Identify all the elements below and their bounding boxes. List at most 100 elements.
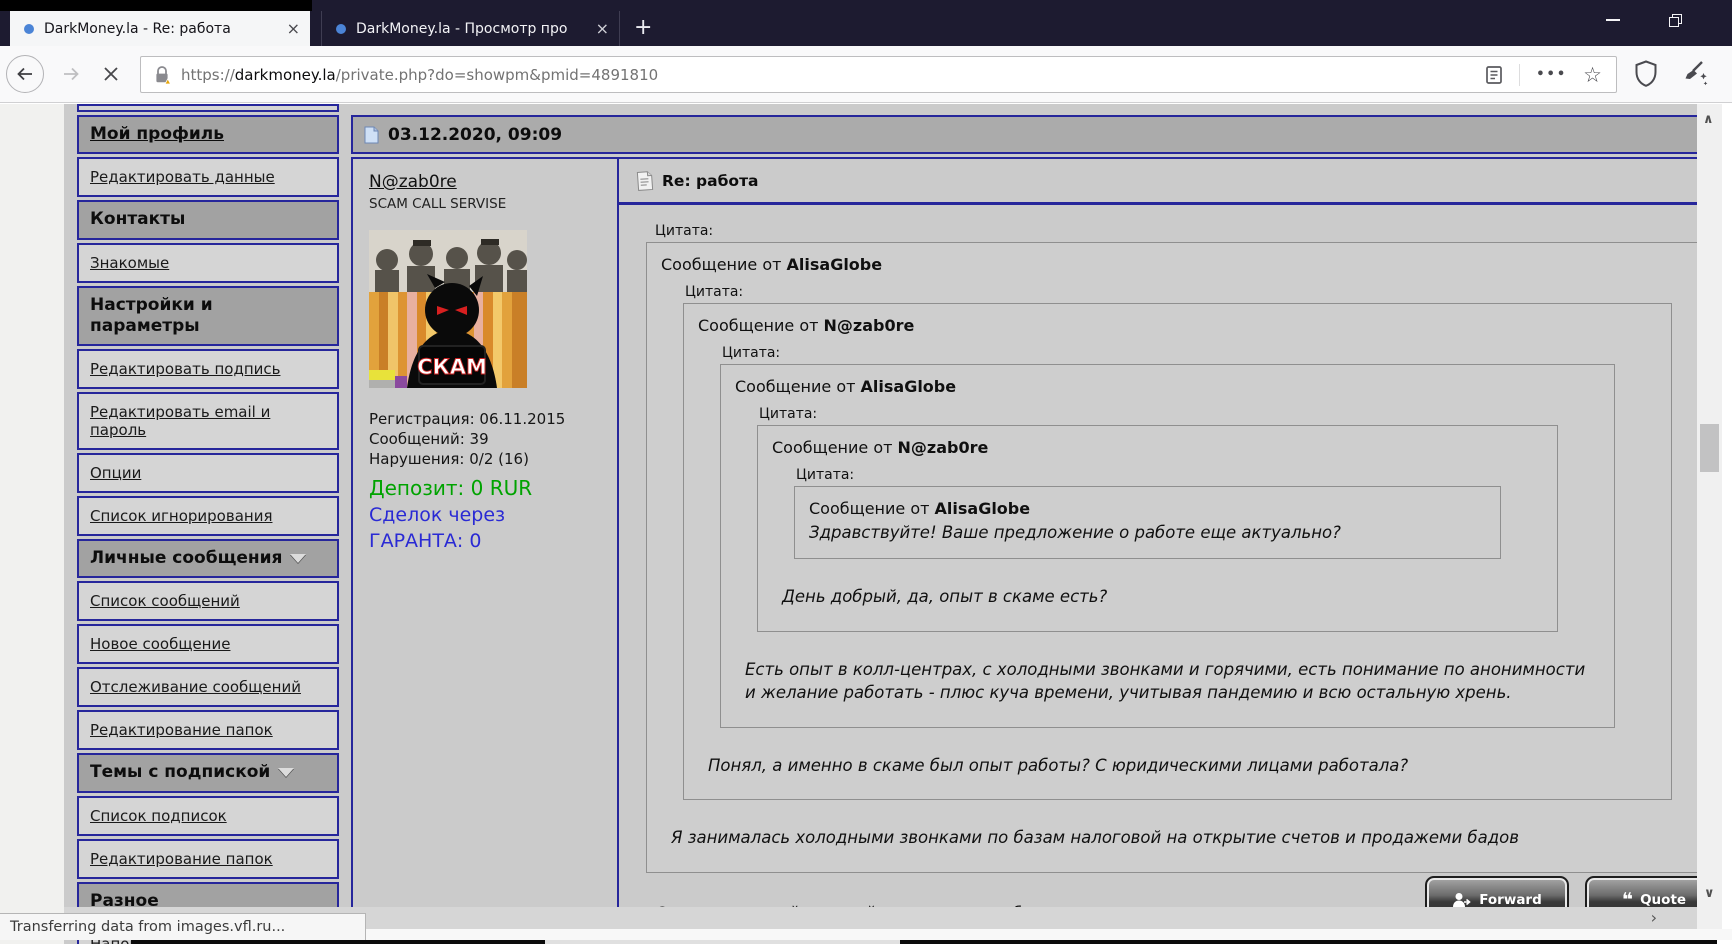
quote-root: Сообщение от AlisaGlobe Цитата: Сообщение … [646,242,1697,873]
tab-title: DarkMoney.la - Просмотр про [356,20,568,37]
user-deposit: Депозит: 0 RUR [369,476,533,501]
tab-close-icon[interactable]: × [287,19,300,38]
sidebar-label: Список игнорирования [90,507,273,525]
broom-cleaner-icon[interactable] [1680,58,1710,88]
sidebar-label: Знакомые [90,253,170,272]
avatar-sign-text: СКАМ [417,355,487,379]
sidebar-item-редактирование-папок[interactable]: Редактирование папок [77,838,339,879]
quote-author-name: N@zab0re [823,316,915,335]
tab-active[interactable]: DarkMoney.la - Re: работа × [10,11,310,46]
sidebar-label: Мой профиль [90,124,224,144]
tab-favicon-icon [336,23,346,34]
scroll-down-icon[interactable]: ∨ [1704,886,1715,901]
sidebar-header-контакты[interactable]: Контакты [77,200,339,240]
sidebar-label: Настройки и параметры [90,294,213,336]
sidebar-label: Темы с подпиской [90,762,271,783]
forward-arrow-icon [64,67,79,81]
quote-box: Сообщение от N@zab0re Цитата: Сообщение от… [683,303,1672,801]
sidebar-item-список-подписок[interactable]: Список подписок [77,795,339,836]
sidebar-item-редактировать-данные[interactable]: Редактировать данные [77,157,339,198]
username-link[interactable]: N@zab0re [369,172,457,192]
stop-x-icon [104,67,118,81]
urlbar-separator [1519,63,1521,86]
taskbar-edge [900,940,1717,944]
quote-author-line: Сообщение от AlisaGlobe [735,377,957,396]
quote-label: Цитата: [796,467,855,483]
quote-text: Здравствуйте! Ваше предложение о работе … [809,523,1341,542]
quote-author-name: AlisaGlobe [934,499,1031,518]
back-button[interactable] [6,55,44,93]
quote-author-line: Сообщение от N@zab0re [698,316,915,335]
quote-box: Сообщение от N@zab0re Цитата: Сообщение от… [757,425,1558,632]
sidebar-label: Редактировать данные [90,168,275,187]
post-user-column: N@zab0re SCAM CALL SERVISE СКАМ Регистра… [353,159,619,935]
sidebar-label: Редактировать email и пароль [90,403,271,439]
sidebar-label: Отслеживание сообщений [90,678,301,697]
quote-box: Сообщение от AlisaGlobe Цитата: Сообщение … [646,242,1697,873]
vertical-scrollbar[interactable]: ∧ ∨ [1697,104,1722,929]
scrollbar-thumb[interactable] [1700,424,1719,472]
sidebar-item-знакомые[interactable]: Знакомые [77,242,339,283]
tab-close-icon[interactable]: × [596,19,609,38]
sidebar-item-новое-сообщение[interactable]: Новое сообщение [77,624,339,665]
window-minimize-button[interactable] [1590,0,1636,40]
sidebar-header-мой-профиль[interactable]: Мой профиль [77,115,339,155]
browser-toolbar: https://darkmoney.la/private.php?do=show… [0,46,1732,103]
post-message-column: Re: работа Цитата: Сообщение от AlisaGlo… [619,159,1697,935]
quote-reply-text: День добрый, да, опыт в скаме есть? [782,587,1108,607]
sidebar-header-личные-сообщения[interactable]: Личные сообщения [77,539,339,579]
sidebar-header-темы-с-подпиской[interactable]: Темы с подпиской [77,753,339,793]
sidebar-item-опции[interactable]: Опции [77,453,339,493]
user-avatar: СКАМ [369,230,527,388]
sidebar-item-отслеживание-сообщений[interactable]: Отслеживание сообщений [77,667,339,708]
user-stat-line: Нарушения: 0/2 (16) [369,449,529,468]
sidebar-header-настройки-и-параметры[interactable]: Настройки и параметры [77,285,339,346]
sidebar-menu: Мой профиль Редактировать данные Контакты З… [77,104,339,944]
quote-author-line: Сообщение от AlisaGlobe [661,255,883,274]
sidebar-item-список-сообщений[interactable]: Список сообщений [77,581,339,622]
quote-reply-text: Понял, а именно в скаме был опыт работы?… [708,755,1409,775]
quote-reply-text: Я занималась холодными звонками по базам… [671,828,1519,848]
new-tab-button[interactable]: + [634,14,652,42]
sidebar-label: Редактирование папок [90,849,273,868]
message-body: Цитата: Сообщение от AlisaGlobe Цитата: Со… [619,205,1697,922]
quote-reply-text: Есть опыт в колл-центрах, с холодными зв… [745,659,1586,703]
shield-extension-icon[interactable] [1634,60,1658,87]
user-stat-line: Регистрация: 06.11.2015 [369,410,566,428]
page-left-margin [0,104,64,944]
quote-author-line: Сообщение от AlisaGlobe [809,499,1031,518]
stop-loading-button[interactable] [92,55,130,93]
sidebar-label: Личные сообщения [90,548,283,568]
url-text: https://darkmoney.la/private.php?do=show… [181,65,659,84]
tab-bar: DarkMoney.la - Re: работа × DarkMoney.la… [0,0,1732,46]
window-restore-button[interactable] [1652,0,1698,40]
quote-author-name: AlisaGlobe [860,377,957,396]
forward-person-icon [1453,892,1471,907]
scroll-up-icon[interactable]: ∧ [1703,112,1714,127]
sidebar-item-редактировать-подпись[interactable]: Редактировать подпись [77,349,339,389]
quote-marks-icon: ❝ [1621,888,1634,911]
reader-mode-icon[interactable] [1485,65,1503,84]
tab-inactive[interactable]: DarkMoney.la - Просмотр про × [321,11,620,46]
private-message-panel: 03.12.2020, 09:09 N@zab0re SCAM CALL SER… [351,115,1697,944]
bookmark-star-icon[interactable]: ☆ [1583,64,1602,85]
url-bar[interactable]: https://darkmoney.la/private.php?do=show… [140,56,1617,93]
sidebar-label: Список сообщений [90,592,240,611]
sidebar-item-список-игнорирования[interactable]: Список игнорирования [77,496,339,536]
sidebar-item-редактирование-папок[interactable]: Редактирование папок [77,710,339,751]
message-subject: Re: работа [662,172,759,190]
sidebar-item-редактировать-email-и-пароль[interactable]: Редактировать email и пароль [77,392,339,450]
page-actions-icon[interactable]: ••• [1536,67,1567,82]
sidebar-label: Список подписок [90,806,227,825]
quote-box: Сообщение от AlisaGlobe Цитата: Сообщение … [720,364,1615,728]
scroll-right-icon[interactable]: › [1651,908,1657,927]
user-custom-title: SCAM CALL SERVISE [369,196,507,212]
message-date-bar: 03.12.2020, 09:09 [351,115,1697,154]
window-right-margin [1722,104,1732,944]
guarantor-deals[interactable]: Сделок через ГАРАНТА: 0 [369,503,601,554]
forward-button[interactable] [52,55,90,93]
chevron-down-icon[interactable] [278,767,295,777]
message-date: 03.12.2020, 09:09 [388,124,563,145]
chevron-down-icon[interactable] [290,553,307,563]
taskbar-edge [545,940,900,944]
